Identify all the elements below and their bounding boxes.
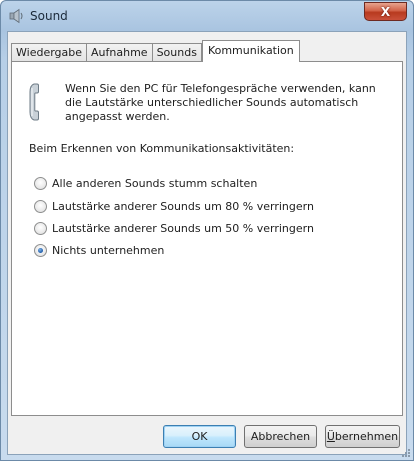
close-icon: X (380, 4, 391, 19)
option-reduce-80[interactable]: Lautstärke anderer Sounds um 80 % verrin… (34, 199, 314, 213)
option-label: Alle anderen Sounds stumm schalten (52, 176, 258, 190)
tab-strip: Wiedergabe Aufnahme Sounds Kommunikation (11, 40, 300, 62)
radio-button[interactable] (34, 199, 47, 213)
telephone-icon (29, 83, 39, 121)
sound-dialog-window: Sound X Wiedergabe Aufnahme Sounds Kommu… (0, 0, 414, 461)
apply-label: bernehmen (334, 430, 399, 443)
resize-grip-icon[interactable] (401, 448, 411, 458)
radio-button[interactable] (34, 221, 47, 235)
dialog-client-area: Wiedergabe Aufnahme Sounds Kommunikation… (7, 31, 407, 455)
detect-activity-label: Beim Erkennen von Kommunikationsaktivitä… (29, 142, 295, 155)
ok-button[interactable]: OK (163, 425, 236, 448)
info-description: Wenn Sie den PC für Telefongespräche ver… (65, 82, 376, 123)
option-do-nothing[interactable]: Nichts unternehmen (34, 243, 164, 257)
radio-button-selected[interactable] (34, 243, 47, 257)
option-label: Nichts unternehmen (52, 243, 165, 257)
option-label: Lautstärke anderer Sounds um 80 % verrin… (52, 199, 314, 213)
option-label: Lautstärke anderer Sounds um 50 % verrin… (52, 221, 314, 235)
tab-wiedergabe[interactable]: Wiedergabe (11, 43, 88, 62)
title-bar[interactable]: Sound X (1, 1, 413, 31)
apply-mnemonic: Ü (326, 430, 335, 443)
apply-button[interactable]: Übernehmen (325, 425, 400, 448)
close-button[interactable]: X (364, 2, 407, 21)
tab-aufnahme[interactable]: Aufnahme (86, 43, 153, 62)
cancel-label: Abbrechen (250, 430, 311, 443)
option-mute-all[interactable]: Alle anderen Sounds stumm schalten (34, 176, 257, 190)
speaker-icon (9, 8, 23, 24)
tab-sounds[interactable]: Sounds (151, 43, 202, 62)
option-reduce-50[interactable]: Lautstärke anderer Sounds um 50 % verrin… (34, 221, 314, 235)
window-title: Sound (30, 9, 68, 23)
ok-label: OK (191, 430, 208, 443)
cancel-button[interactable]: Abbrechen (244, 425, 317, 448)
tab-kommunikation[interactable]: Kommunikation (201, 40, 300, 62)
radio-button[interactable] (34, 176, 47, 190)
